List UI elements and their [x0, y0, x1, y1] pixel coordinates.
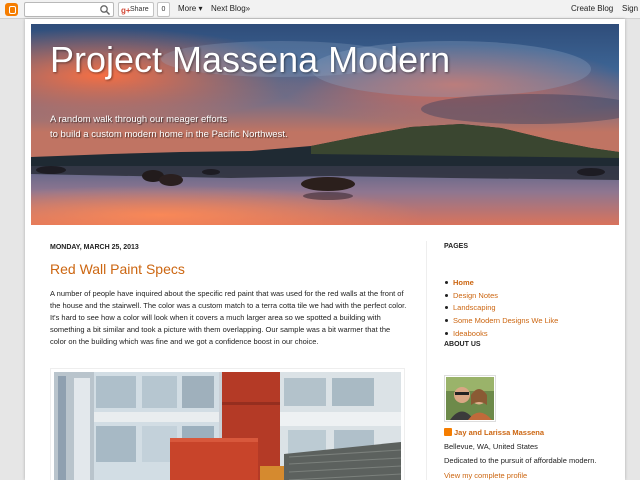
- page-link-ideabooks[interactable]: Ideabooks: [444, 329, 558, 342]
- blog-title[interactable]: Project Massena Modern: [50, 39, 450, 81]
- page-link-home[interactable]: Home: [444, 278, 558, 291]
- blogger-navbar: g+ Share 0 More ▾ Next Blog» Create Blog…: [0, 0, 640, 19]
- search-input[interactable]: [24, 2, 114, 17]
- pages-widget-title: PAGES: [444, 243, 468, 250]
- profile-name[interactable]: Jay and Larissa Massena: [454, 428, 544, 437]
- page-link-design-notes[interactable]: Design Notes: [444, 291, 558, 304]
- page-link-landscaping[interactable]: Landscaping: [444, 303, 558, 316]
- google-plus-share-button[interactable]: g+ Share: [118, 2, 154, 17]
- next-blog-link[interactable]: Next Blog»: [211, 4, 250, 13]
- google-plus-icon: g+: [121, 6, 131, 15]
- blogger-logo-icon[interactable]: [5, 3, 18, 16]
- sidebar-divider: [426, 241, 427, 480]
- blog-description-line-1: A random walk through our meager efforts: [50, 114, 228, 125]
- view-profile-link[interactable]: View my complete profile: [444, 471, 527, 480]
- sign-in-link[interactable]: Sign: [622, 4, 638, 13]
- building-photo-icon: [54, 372, 401, 480]
- about-widget-title: ABOUT US: [444, 341, 481, 348]
- profile-location: Bellevue, WA, United States: [444, 442, 538, 451]
- profile-avatar-icon: [446, 377, 494, 420]
- profile-name-link[interactable]: Jay and Larissa Massena: [444, 428, 544, 437]
- post-image[interactable]: [50, 368, 405, 480]
- blog-description-line-2: to build a custom modern home in the Pac…: [50, 129, 288, 140]
- search-icon[interactable]: [99, 4, 111, 16]
- more-menu[interactable]: More ▾: [178, 4, 202, 13]
- create-blog-link[interactable]: Create Blog: [571, 4, 613, 13]
- pages-list: Home Design Notes Landscaping Some Moder…: [444, 278, 558, 341]
- share-count: 0: [157, 2, 170, 17]
- profile-photo[interactable]: [444, 375, 496, 422]
- page-link-modern-designs[interactable]: Some Modern Designs We Like: [444, 316, 558, 329]
- blog-page: Project Massena Modern A random walk thr…: [25, 19, 625, 480]
- post-title[interactable]: Red Wall Paint Specs: [50, 261, 185, 277]
- blogger-profile-icon: [444, 428, 452, 436]
- share-label: Share: [130, 6, 149, 13]
- post-body: A number of people have inquired about t…: [50, 289, 407, 346]
- post-date: MONDAY, MARCH 25, 2013: [50, 244, 139, 251]
- blog-description: A random walk through our meager efforts…: [50, 112, 288, 142]
- blog-header: Project Massena Modern A random walk thr…: [31, 24, 619, 225]
- profile-about: Dedicated to the pursuit of affordable m…: [444, 456, 597, 465]
